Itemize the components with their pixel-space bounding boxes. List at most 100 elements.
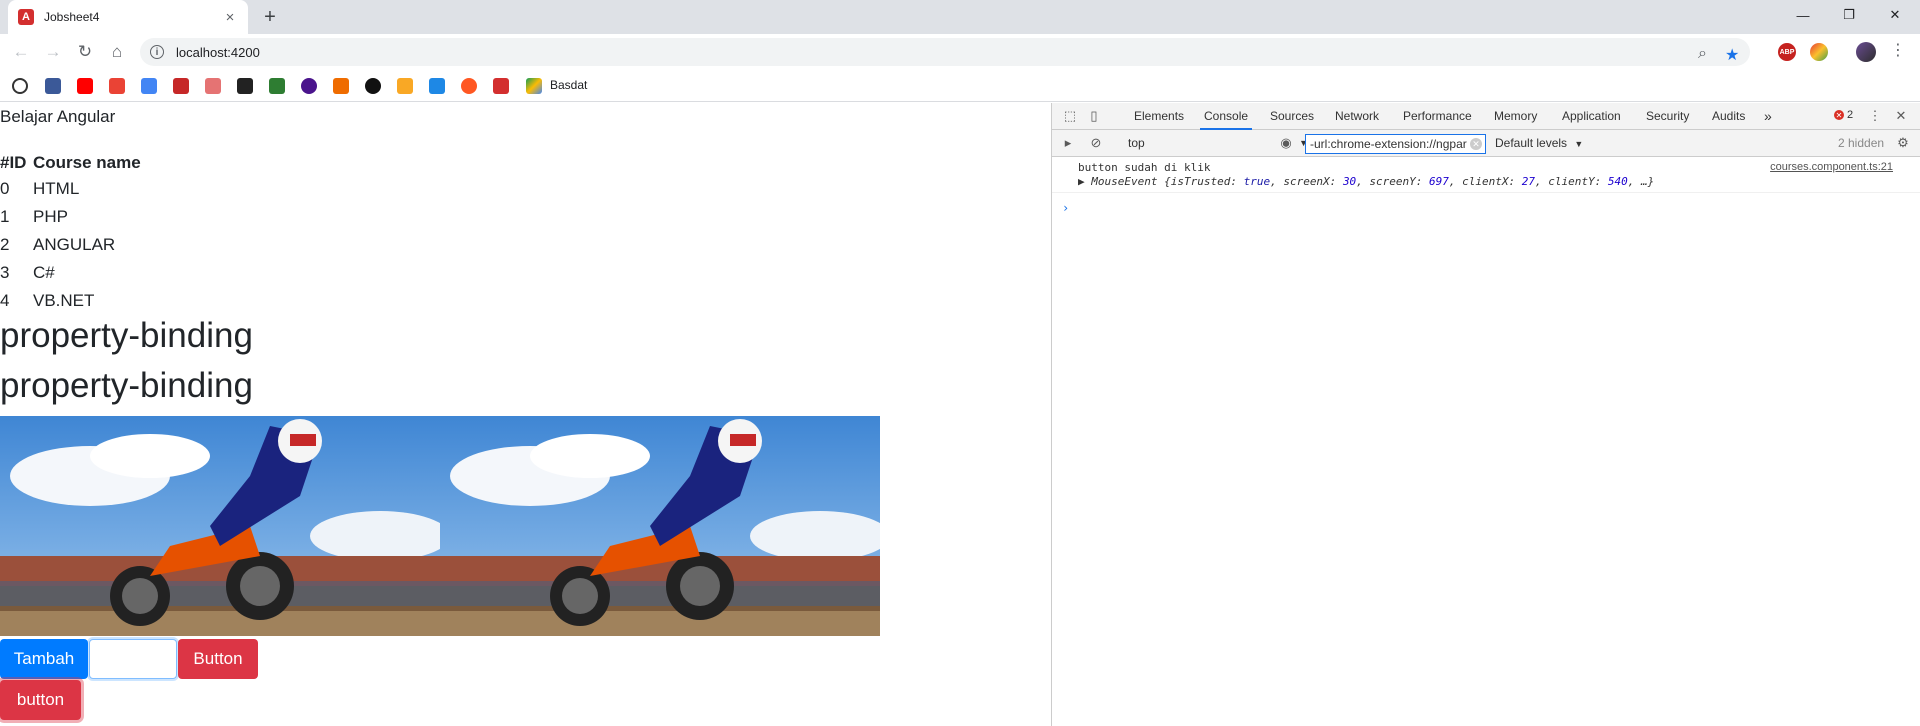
crest-bookmark-icon[interactable] bbox=[301, 78, 317, 94]
motocross-image-2 bbox=[440, 416, 880, 636]
clear-console-icon[interactable]: ⊘ bbox=[1088, 135, 1104, 151]
tab-close-icon[interactable]: × bbox=[222, 9, 238, 26]
bookmark-star-icon[interactable]: ★ bbox=[1725, 45, 1739, 65]
new-tab-button[interactable]: + bbox=[258, 5, 282, 29]
home-icon[interactable]: ⌂ bbox=[105, 40, 129, 64]
page-viewport: Belajar Angular #ID Course name 0 HTML 1… bbox=[0, 103, 1051, 726]
console-filter-input[interactable]: -url:chrome-extension://ngpar ✕ bbox=[1305, 134, 1486, 154]
profile-avatar[interactable] bbox=[1856, 42, 1876, 62]
gmail-bookmark-icon[interactable] bbox=[109, 78, 125, 94]
angular-favicon-icon: A bbox=[18, 9, 34, 25]
object-prefix: ▶ MouseEvent {isTrusted: bbox=[1078, 175, 1244, 188]
tab-elements[interactable]: Elements bbox=[1134, 103, 1184, 130]
table-header-row: #ID Course name bbox=[0, 151, 143, 175]
course-id: 1 bbox=[0, 207, 10, 226]
screenx-value: 30 bbox=[1342, 175, 1357, 188]
clienty-value: 540 bbox=[1607, 175, 1628, 188]
github-bookmark-icon[interactable] bbox=[365, 78, 381, 94]
tab-security[interactable]: Security bbox=[1646, 103, 1689, 130]
restore-button[interactable]: ❐ bbox=[1826, 0, 1872, 30]
screeny-label: , screenY: bbox=[1356, 175, 1430, 188]
live-expression-eye-icon[interactable]: ◉ bbox=[1278, 135, 1294, 151]
browser-toolbar: ← → ↻ ⌂ i localhost:4200 ⌕ ★ ABP ⋮ bbox=[0, 34, 1920, 70]
button-lowercase[interactable]: button bbox=[0, 680, 81, 720]
bookmark-basdat[interactable]: Basdat bbox=[550, 78, 587, 92]
tab-console[interactable]: Console bbox=[1200, 103, 1253, 130]
bookmarks-bar: Basdat bbox=[0, 70, 1920, 102]
hidden-count: 2 hidden bbox=[1838, 136, 1885, 150]
minimize-button[interactable]: — bbox=[1780, 0, 1826, 30]
hourglass-bookmark-icon[interactable] bbox=[429, 78, 445, 94]
course-id: 4 bbox=[0, 291, 10, 310]
facebook-bookmark-icon[interactable] bbox=[45, 78, 61, 94]
course-name: HTML bbox=[33, 179, 80, 198]
address-bar[interactable]: i localhost:4200 ⌕ ★ bbox=[140, 38, 1750, 66]
property-binding-heading-1: property-binding bbox=[0, 316, 253, 355]
console-source-link[interactable]: courses.component.ts:21 bbox=[1770, 161, 1893, 173]
devtools-panel: ⬚ ▯ Elements Console Sources Network Per… bbox=[1051, 103, 1920, 726]
device-toolbar-icon[interactable]: ▯ bbox=[1086, 108, 1102, 124]
angular-bookmark-icon[interactable] bbox=[493, 78, 509, 94]
app-title: Belajar Angular bbox=[0, 107, 116, 126]
more-tabs-icon[interactable]: » bbox=[1764, 103, 1772, 130]
url-text[interactable]: localhost:4200 bbox=[176, 45, 260, 60]
devtools-tabbar: ⬚ ▯ Elements Console Sources Network Per… bbox=[1052, 103, 1920, 130]
clear-filter-icon[interactable]: ✕ bbox=[1470, 138, 1482, 150]
table-row: 3 C# bbox=[0, 259, 143, 287]
course-name: VB.NET bbox=[33, 291, 95, 310]
angular-io-bookmark-icon[interactable] bbox=[205, 78, 221, 94]
browser-menu-icon[interactable]: ⋮ bbox=[1890, 40, 1906, 60]
browser-tab[interactable]: A Jobsheet4 × bbox=[8, 0, 248, 34]
tab-performance[interactable]: Performance bbox=[1403, 103, 1472, 130]
tab-sources[interactable]: Sources bbox=[1270, 103, 1314, 130]
console-toolbar: ▸ ⊘ top ▼ ◉ -url:chrome-extension://ngpa… bbox=[1052, 130, 1920, 157]
tab-application[interactable]: Application bbox=[1562, 103, 1621, 130]
button-danger[interactable]: Button bbox=[178, 639, 258, 679]
translate-bookmark-icon[interactable] bbox=[141, 78, 157, 94]
console-settings-gear-icon[interactable]: ⚙ bbox=[1895, 135, 1911, 151]
youtube-bookmark-icon[interactable] bbox=[77, 78, 93, 94]
console-message-text: button sudah di klik bbox=[1078, 161, 1211, 174]
game-bookmark-icon[interactable] bbox=[173, 78, 189, 94]
course-name: PHP bbox=[33, 207, 68, 226]
tab-title: Jobsheet4 bbox=[44, 10, 100, 24]
levels-chevron-icon: ▼ bbox=[1574, 139, 1584, 149]
log-levels-dropdown[interactable]: Default levels ▼ bbox=[1495, 130, 1583, 157]
back-icon[interactable]: ← bbox=[9, 40, 33, 64]
drive-bookmark-icon[interactable] bbox=[526, 78, 542, 94]
tab-audits[interactable]: Audits bbox=[1712, 103, 1745, 130]
hat-bookmark-icon[interactable] bbox=[237, 78, 253, 94]
error-count-badge[interactable]: ✕ 2 bbox=[1834, 109, 1853, 121]
table-row: 0 HTML bbox=[0, 175, 143, 203]
adblock-plus-icon[interactable]: ABP bbox=[1778, 43, 1796, 61]
bus-bookmark-icon[interactable] bbox=[269, 78, 285, 94]
zoom-icon[interactable]: ⌕ bbox=[1698, 45, 1707, 63]
tambah-button[interactable]: Tambah bbox=[0, 639, 88, 679]
close-window-button[interactable]: ✕ bbox=[1872, 0, 1918, 30]
reload-icon[interactable]: ↻ bbox=[73, 40, 97, 64]
inspect-element-icon[interactable]: ⬚ bbox=[1062, 108, 1078, 124]
course-id: 0 bbox=[0, 179, 10, 198]
extension-icon[interactable] bbox=[1810, 43, 1828, 61]
mouse-event-object[interactable]: ▶ MouseEvent {isTrusted: true, screenX: … bbox=[1078, 175, 1654, 188]
pma-bookmark-icon[interactable] bbox=[397, 78, 413, 94]
site-info-icon[interactable]: i bbox=[150, 45, 164, 59]
devtools-menu-icon[interactable]: ⋮ bbox=[1867, 108, 1883, 124]
tab-memory[interactable]: Memory bbox=[1494, 103, 1537, 130]
course-id: 3 bbox=[0, 263, 10, 282]
object-suffix: , …} bbox=[1627, 175, 1655, 188]
tab-network[interactable]: Network bbox=[1335, 103, 1379, 130]
console-output: button sudah di klik courses.component.t… bbox=[1052, 157, 1920, 726]
duckduckgo-bookmark-icon[interactable] bbox=[461, 78, 477, 94]
speed-dial-bookmark-icon[interactable] bbox=[12, 78, 28, 94]
screeny-value: 697 bbox=[1429, 175, 1449, 188]
text-input[interactable] bbox=[89, 639, 177, 679]
course-id: 2 bbox=[0, 235, 10, 254]
show-sidebar-icon[interactable]: ▸ bbox=[1060, 135, 1076, 151]
console-prompt[interactable]: › bbox=[1062, 201, 1069, 215]
table-row: 1 PHP bbox=[0, 203, 143, 231]
devtools-close-icon[interactable]: ✕ bbox=[1893, 108, 1909, 124]
x-bookmark-icon[interactable] bbox=[333, 78, 349, 94]
forward-icon[interactable]: → bbox=[41, 40, 65, 64]
clientx-label: , clientX: bbox=[1448, 175, 1522, 188]
